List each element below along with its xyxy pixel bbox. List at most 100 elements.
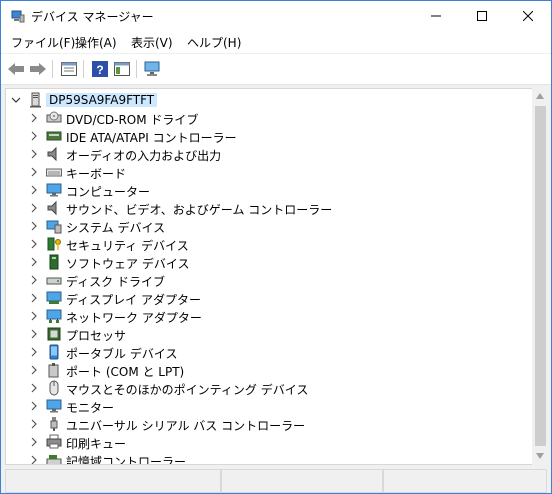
expand-chevron-icon[interactable] — [28, 400, 40, 412]
tree-item[interactable]: ユニバーサル シリアル バス コントローラー — [6, 415, 516, 433]
scan-hardware-icon — [144, 61, 160, 76]
tree-item-label: オーディオの入力および出力 — [66, 149, 222, 163]
title-bar[interactable]: デバイス マネージャー — [1, 1, 551, 31]
back-button[interactable] — [6, 59, 26, 79]
tree-root-label: DP59SA9FA9FTFT — [46, 93, 158, 107]
expand-chevron-icon[interactable] — [28, 364, 40, 376]
tree-item[interactable]: DVD/CD-ROM ドライブ — [6, 109, 516, 127]
maximize-icon — [477, 11, 487, 21]
tree-item[interactable]: マウスとそのほかのポインティング デバイス — [6, 379, 516, 397]
forward-button[interactable] — [28, 59, 48, 79]
device-manager-icon — [11, 10, 25, 23]
show-hide-console-tree-icon — [114, 62, 130, 76]
toolbar-separator — [52, 60, 53, 78]
close-icon — [523, 11, 533, 21]
tree-item-label: ソフトウェア デバイス — [66, 257, 190, 271]
help-button[interactable]: ? — [90, 59, 110, 79]
help-icon: ? — [92, 61, 108, 77]
tree-item[interactable]: セキュリティ デバイス — [6, 235, 516, 253]
portable-device-icon — [49, 344, 59, 360]
tree-item-label: システム デバイス — [66, 221, 166, 235]
tree-item[interactable]: サウンド、ビデオ、およびゲーム コントローラー — [6, 199, 516, 217]
expand-chevron-icon[interactable] — [28, 328, 40, 340]
tree-item[interactable]: ポート (COM と LPT) — [6, 361, 516, 379]
expand-chevron-icon[interactable] — [28, 148, 40, 160]
port-icon — [48, 363, 59, 378]
toolbar-separator — [83, 60, 84, 78]
tree-item[interactable]: ディスプレイ アダプター — [6, 289, 516, 307]
expand-chevron-icon[interactable] — [28, 382, 40, 394]
toolbar-separator — [136, 60, 137, 78]
monitor-icon — [46, 183, 62, 197]
menu-help[interactable]: ヘルプ(H) — [187, 34, 241, 51]
menu-file[interactable]: ファイル(F) — [11, 34, 75, 51]
svg-text:?: ? — [96, 63, 103, 77]
expand-chevron-icon[interactable] — [28, 184, 40, 196]
toolbar: ? — [1, 54, 551, 85]
expand-chevron-icon[interactable] — [28, 220, 40, 232]
expand-chevron-icon[interactable] — [28, 238, 40, 250]
scroll-up-icon[interactable] — [535, 92, 545, 100]
tree-item-label: ポータブル デバイス — [66, 347, 178, 361]
close-button[interactable] — [505, 1, 551, 31]
tree-item[interactable]: ディスク ドライブ — [6, 271, 516, 289]
minimize-icon — [431, 15, 441, 17]
expand-chevron-icon[interactable] — [28, 436, 40, 448]
tree-item[interactable]: 記憶域コントローラー — [6, 451, 516, 464]
expand-chevron-icon[interactable] — [28, 274, 40, 286]
menu-view[interactable]: 表示(V) — [131, 34, 173, 51]
scrollbar-thumb[interactable] — [535, 106, 546, 446]
tree-item[interactable]: ポータブル デバイス — [6, 343, 516, 361]
vertical-scrollbar[interactable] — [532, 88, 549, 465]
usb-icon — [50, 417, 58, 431]
status-pane — [383, 469, 547, 493]
tree-item[interactable]: オーディオの入力および出力 — [6, 145, 516, 163]
expand-chevron-icon[interactable] — [28, 418, 40, 430]
expand-chevron-icon[interactable] — [28, 310, 40, 322]
tree-root[interactable]: DP59SA9FA9FTFT — [6, 91, 516, 109]
device-tree[interactable]: DP59SA9FA9FTFT DVD/CD-ROM ドライブ IDE ATA/AT… — [5, 88, 533, 465]
tree-item-label: サウンド、ビデオ、およびゲーム コントローラー — [66, 203, 333, 217]
minimize-button[interactable] — [413, 1, 459, 31]
tree-item[interactable]: ネットワーク アダプター — [6, 307, 516, 325]
tree-item[interactable]: コンピューター — [6, 181, 516, 199]
scan-hardware-button[interactable] — [143, 59, 163, 79]
expand-chevron-icon[interactable] — [28, 292, 40, 304]
tree-item[interactable]: ソフトウェア デバイス — [6, 253, 516, 271]
disk-drive-icon — [46, 277, 62, 285]
expand-chevron-icon[interactable] — [28, 130, 40, 142]
tree-item-label: DVD/CD-ROM ドライブ — [66, 113, 199, 127]
tree-item-label: コンピューター — [66, 185, 151, 199]
expand-chevron-icon[interactable] — [28, 454, 40, 464]
expand-chevron-icon[interactable] — [28, 112, 40, 124]
tree-item-label: プロセッサ — [66, 329, 127, 343]
tree-item[interactable]: システム デバイス — [6, 217, 516, 235]
tree-item[interactable]: キーボード — [6, 163, 516, 181]
status-pane — [221, 469, 383, 493]
expand-chevron-icon[interactable] — [28, 166, 40, 178]
tree-item[interactable]: 印刷キュー — [6, 433, 516, 451]
speaker-icon — [47, 146, 57, 162]
expand-chevron-icon[interactable] — [28, 202, 40, 214]
expand-chevron-icon[interactable] — [28, 346, 40, 358]
tree-item[interactable]: プロセッサ — [6, 325, 516, 343]
network-adapter-icon — [46, 309, 62, 323]
properties-icon — [61, 62, 77, 76]
expand-chevron-icon[interactable] — [28, 256, 40, 268]
collapse-chevron-icon[interactable] — [10, 94, 22, 106]
menu-action[interactable]: 操作(A) — [75, 34, 117, 51]
tree-item-label: 印刷キュー — [66, 437, 127, 451]
tree-item-label: ポート (COM と LPT) — [66, 365, 185, 379]
scroll-down-icon[interactable] — [535, 452, 545, 460]
status-pane — [5, 469, 221, 493]
tree-item-label: ディスク ドライブ — [66, 275, 165, 289]
maximize-button[interactable] — [459, 1, 505, 31]
tree-item[interactable]: IDE ATA/ATAPI コントローラー — [6, 127, 516, 145]
console-tree-button[interactable] — [112, 59, 132, 79]
tree-item[interactable]: モニター — [6, 397, 516, 415]
tree-item-label: マウスとそのほかのポインティング デバイス — [66, 383, 309, 397]
tree-item-label: ディスプレイ アダプター — [66, 293, 201, 307]
device-manager-window: デバイス マネージャー ファイル(F) 操作(A) 表示(V) ヘルプ(H) ? — [0, 0, 552, 494]
ide-controller-icon — [46, 131, 62, 141]
properties-button[interactable] — [59, 59, 79, 79]
